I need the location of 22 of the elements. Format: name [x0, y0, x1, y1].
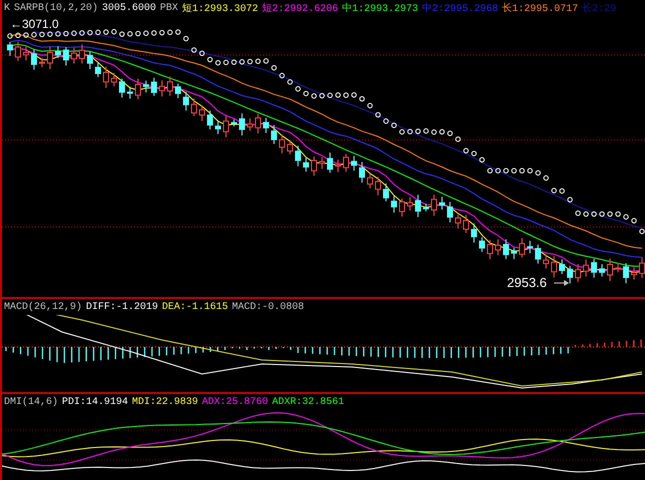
indicator-label: 中1:2993.2973 — [342, 2, 418, 15]
indicator-label: DEA:-1.1615 — [162, 302, 228, 312]
high-price-label: ←3071.0 — [10, 17, 59, 31]
indicator-label: PDI:14.9194 — [62, 396, 128, 408]
indicator-label: 长1:2995.0717 — [502, 2, 578, 15]
indicator-label: DMI(14,6) — [4, 396, 58, 408]
indicator-label: 中2:2995.2968 — [422, 2, 498, 15]
indicator-label: MDI:22.9839 — [132, 396, 198, 408]
indicator-label: MACD(26,12,9) — [4, 302, 82, 312]
indicator-label: SARPB(10,2,20) — [14, 2, 98, 14]
indicator-label: 短2:2992.6206 — [262, 2, 338, 15]
indicator-label: PBX — [160, 2, 178, 14]
indicator-label: ADX:25.8760 — [202, 396, 268, 408]
indicator-label: DIFF:-1.2019 — [86, 302, 158, 312]
pointer-arrow — [554, 280, 569, 286]
indicator-label: 3005.6000 — [102, 2, 156, 14]
indicator-label: 短1:2993.3072 — [182, 2, 258, 15]
low-price-label: 2953.6 — [507, 275, 547, 290]
indicator-label: MACD:-0.0808 — [232, 302, 304, 312]
indicator-label: 长2:29 — [582, 2, 616, 15]
indicator-label: ADXR:32.8561 — [272, 396, 344, 408]
indicator-label: K — [4, 2, 10, 14]
